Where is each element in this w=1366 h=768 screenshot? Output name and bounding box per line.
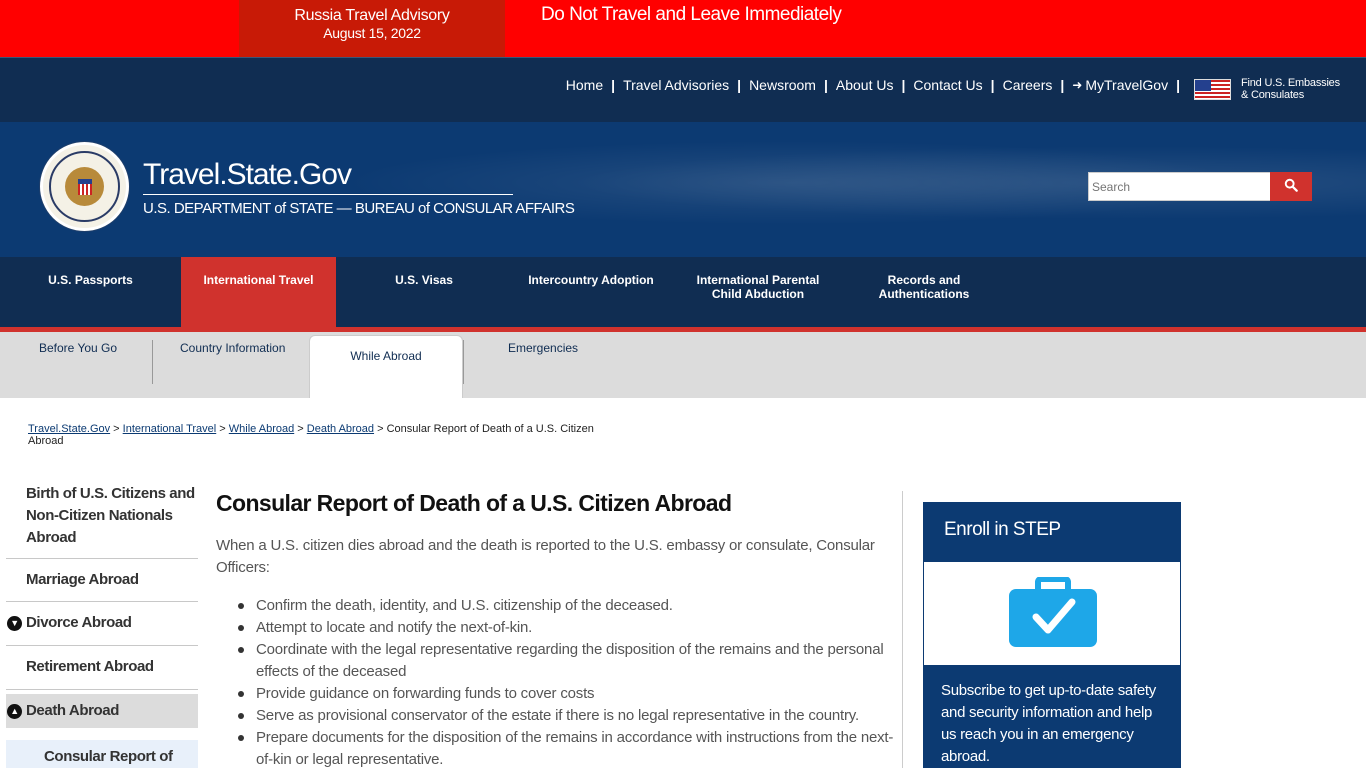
breadcrumb: Travel.State.Gov > International Travel …: [28, 423, 594, 447]
separator: |: [901, 77, 906, 93]
nav-us-passports[interactable]: U.S. Passports: [0, 257, 181, 327]
list-item: Attempt to locate and notify the next-of…: [238, 617, 896, 639]
utility-nav: Home | Travel Advisories | Newsroom | About…: [0, 57, 1366, 122]
list-item: Provide guidance on forwarding funds to …: [238, 683, 896, 705]
header-banner: Travel.State.Gov U.S. DEPARTMENT of STAT…: [0, 122, 1366, 257]
home-link[interactable]: Home: [566, 77, 603, 93]
us-flag-icon[interactable]: [1194, 79, 1231, 100]
nav-intercountry-adoption[interactable]: Intercountry Adoption: [512, 257, 670, 327]
about-us-link[interactable]: About Us: [836, 77, 894, 93]
list-item: Prepare documents for the disposition of…: [238, 727, 896, 768]
site-title[interactable]: Travel.State.Gov: [143, 158, 352, 192]
separator: |: [990, 77, 995, 93]
chevron-up-icon: ▲: [7, 704, 22, 719]
sidebar-item-label: Marriage Abroad: [26, 571, 139, 588]
embassy-line-2: & Consulates: [1241, 89, 1305, 101]
breadcrumb-international-travel[interactable]: International Travel: [123, 423, 217, 435]
search-input[interactable]: [1088, 172, 1271, 201]
separator: |: [1176, 77, 1180, 93]
site-subtitle: U.S. DEPARTMENT of STATE — BUREAU of CON…: [143, 200, 575, 217]
sidebar-item-consular-report[interactable]: Consular Report of: [6, 740, 198, 768]
search-icon: [1284, 178, 1298, 192]
subnav-emergencies[interactable]: Emergencies: [508, 341, 578, 355]
sub-nav: Before You Go Country Information While …: [0, 332, 1366, 398]
sidebar-item-retirement[interactable]: Retirement Abroad: [6, 646, 198, 690]
utility-links: Home | Travel Advisories | Newsroom | About…: [566, 77, 1188, 93]
sidebar-item-marriage[interactable]: Marriage Abroad: [6, 559, 198, 602]
sidebar-item-label: Death Abroad: [26, 702, 119, 719]
intro-paragraph: When a U.S. citizen dies abroad and the …: [216, 537, 875, 576]
contact-us-link[interactable]: Contact Us: [913, 77, 982, 93]
separator: |: [823, 77, 828, 93]
subnav-while-abroad-label: While Abroad: [350, 349, 422, 363]
nav-records-authentications[interactable]: Records and Authentications: [846, 257, 1002, 327]
nav-international-travel[interactable]: International Travel: [181, 257, 336, 327]
briefcase-check-icon: [1009, 577, 1097, 647]
newsroom-link[interactable]: Newsroom: [749, 77, 816, 93]
list-item: Coordinate with the legal representative…: [238, 639, 896, 683]
sidebar-item-label: Retirement Abroad: [26, 658, 154, 675]
search-button[interactable]: [1270, 172, 1312, 201]
breadcrumb-home[interactable]: Travel.State.Gov: [28, 423, 110, 435]
sidebar-item-death-abroad[interactable]: ▲ Death Abroad: [6, 694, 198, 729]
step-description: Subscribe to get up-to-date safety and s…: [923, 665, 1181, 768]
separator: |: [1060, 77, 1065, 93]
separator: |: [611, 77, 616, 93]
page-title: Consular Report of Death of a U.S. Citiz…: [216, 490, 732, 516]
step-title[interactable]: Enroll in STEP: [923, 502, 1181, 562]
advisory-title: Russia Travel Advisory: [294, 7, 450, 24]
find-embassies-link[interactable]: Find U.S. Embassies & Consulates: [1241, 77, 1340, 101]
state-department-seal-icon[interactable]: [40, 142, 129, 231]
subnav-divider: [463, 340, 464, 384]
sidebar-item-divorce[interactable]: ▼ Divorce Abroad: [6, 602, 198, 646]
sidebar-item-label: Birth of U.S. Citizens and Non-Citizen N…: [26, 485, 195, 546]
list-item: Confirm the death, identity, and U.S. ci…: [238, 595, 896, 617]
subnav-before-you-go[interactable]: Before You Go: [39, 341, 117, 355]
mytravelgov-link[interactable]: MyTravelGov: [1085, 77, 1168, 93]
shield-icon: [78, 179, 92, 195]
chevron-down-icon: ▼: [7, 616, 22, 631]
sign-in-icon: ➜: [1072, 78, 1083, 92]
title-divider: [143, 194, 513, 195]
advisory-message[interactable]: Do Not Travel and Leave Immediately: [541, 4, 842, 26]
main-nav: U.S. Passports International Travel U.S.…: [0, 257, 1366, 327]
breadcrumb-while-abroad[interactable]: While Abroad: [229, 423, 294, 435]
breadcrumb-death-abroad[interactable]: Death Abroad: [307, 423, 374, 435]
subnav-country-information[interactable]: Country Information: [180, 341, 285, 355]
separator: |: [737, 77, 742, 93]
careers-link[interactable]: Careers: [1003, 77, 1053, 93]
embassy-line-1: Find U.S. Embassies: [1241, 77, 1340, 89]
travel-alert-bar: Russia Travel Advisory August 15, 2022 D…: [0, 0, 1366, 57]
sidebar-item-label: Divorce Abroad: [26, 614, 132, 631]
sidebar-item-label: Consular Report of: [44, 748, 173, 765]
step-image[interactable]: [923, 562, 1181, 665]
subnav-while-abroad[interactable]: While Abroad: [309, 335, 463, 398]
sidebar-item-birth[interactable]: Birth of U.S. Citizens and Non-Citizen N…: [6, 480, 198, 559]
nav-parental-child-abduction[interactable]: International Parental Child Abduction: [680, 257, 836, 327]
duties-list: Confirm the death, identity, and U.S. ci…: [238, 595, 896, 768]
russia-advisory-link[interactable]: Russia Travel Advisory August 15, 2022: [239, 0, 505, 57]
advisory-date: August 15, 2022: [323, 25, 421, 41]
column-divider: [902, 491, 903, 768]
nav-us-visas[interactable]: U.S. Visas: [336, 257, 512, 327]
subnav-divider: [152, 340, 153, 384]
list-item: Serve as provisional conservator of the …: [238, 705, 896, 727]
travel-advisories-link[interactable]: Travel Advisories: [623, 77, 729, 93]
